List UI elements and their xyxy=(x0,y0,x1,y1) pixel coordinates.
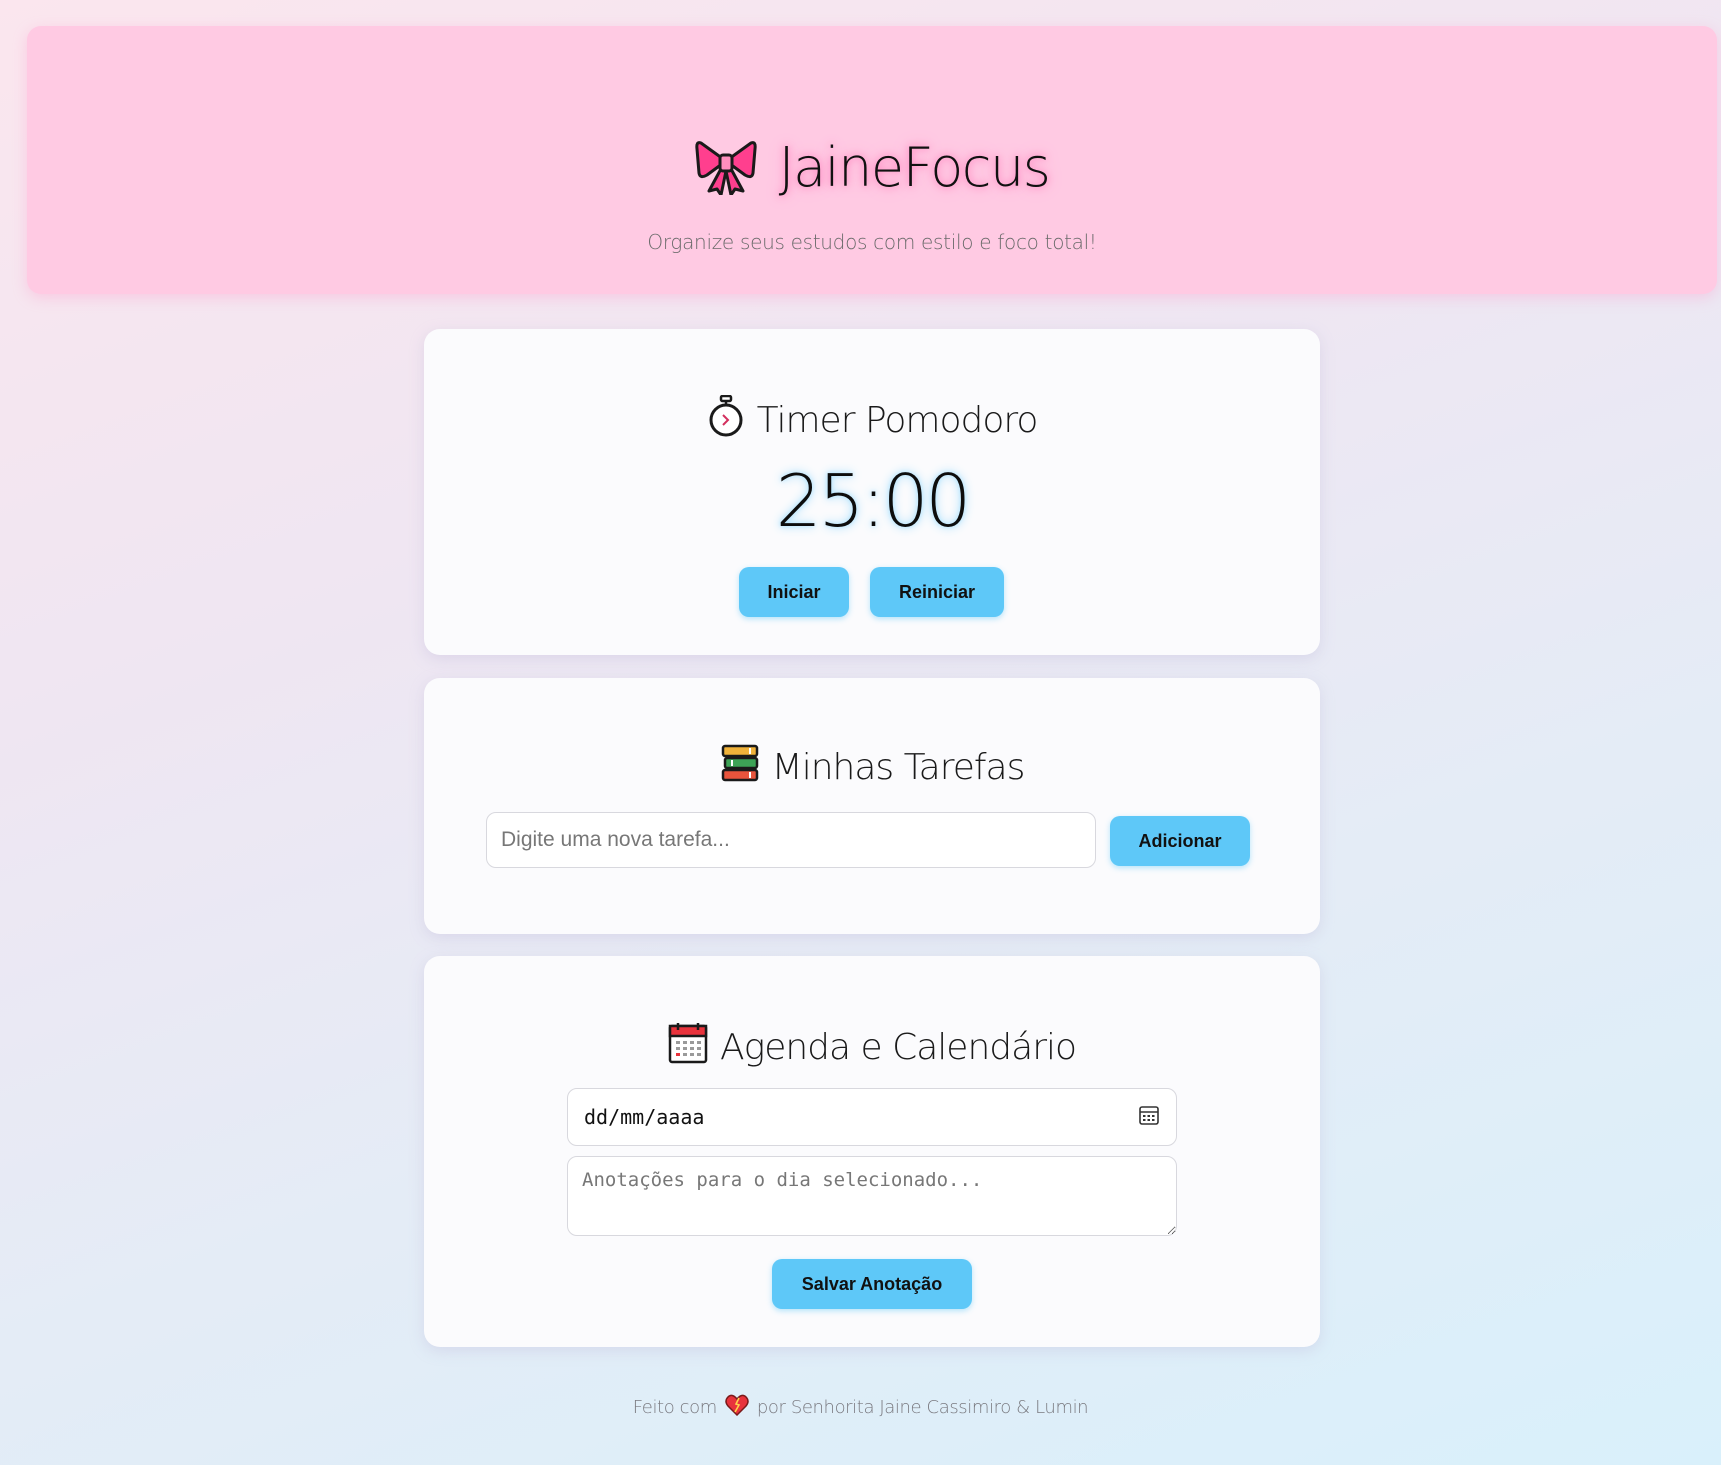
reset-button[interactable]: Reiniciar xyxy=(870,567,1004,617)
brand: JaineFocus xyxy=(27,136,1717,199)
stopwatch-icon xyxy=(707,394,745,446)
agenda-title: Agenda e Calendário xyxy=(424,1022,1320,1073)
header-banner: JaineFocus Organize seus estudos com est… xyxy=(27,26,1717,294)
tasks-title: Minhas Tarefas xyxy=(424,744,1320,791)
app-title: JaineFocus xyxy=(778,136,1051,199)
pomodoro-title: Timer Pomodoro xyxy=(424,394,1320,446)
start-button[interactable]: Iniciar xyxy=(739,567,849,617)
heart-icon xyxy=(725,1394,749,1421)
date-input[interactable]: dd/mm/aaaa xyxy=(567,1088,1177,1146)
footer-prefix: Feito com xyxy=(632,1397,717,1418)
footer: Feito com por Senhorita Jaine Cassimiro … xyxy=(0,1394,1721,1421)
agenda-title-label: Agenda e Calendário xyxy=(719,1027,1077,1068)
ribbon-bow-icon xyxy=(694,137,757,199)
date-input-value: dd/mm/aaaa xyxy=(584,1105,705,1129)
save-note-button[interactable]: Salvar Anotação xyxy=(772,1259,972,1309)
tasks-title-label: Minhas Tarefas xyxy=(771,747,1026,788)
timer-display: 25:00 xyxy=(775,459,972,543)
calendar-icon xyxy=(668,1022,708,1073)
notes-textarea[interactable] xyxy=(567,1156,1177,1236)
tasks-card: Minhas Tarefas Adicionar xyxy=(424,678,1320,934)
app-subtitle: Organize seus estudos com estilo e foco … xyxy=(647,230,1097,254)
pomodoro-title-label: Timer Pomodoro xyxy=(756,400,1039,441)
calendar-picker-icon[interactable] xyxy=(1138,1104,1160,1130)
books-icon xyxy=(720,744,760,791)
footer-suffix: por Senhorita Jaine Cassimiro & Lumin xyxy=(756,1397,1089,1418)
task-input[interactable] xyxy=(486,812,1096,868)
pomodoro-card: Timer Pomodoro 25:00 Iniciar Reiniciar xyxy=(424,329,1320,655)
add-task-button[interactable]: Adicionar xyxy=(1110,816,1250,866)
agenda-card: Agenda e Calendário dd/mm/aaaa Salvar An… xyxy=(424,956,1320,1347)
